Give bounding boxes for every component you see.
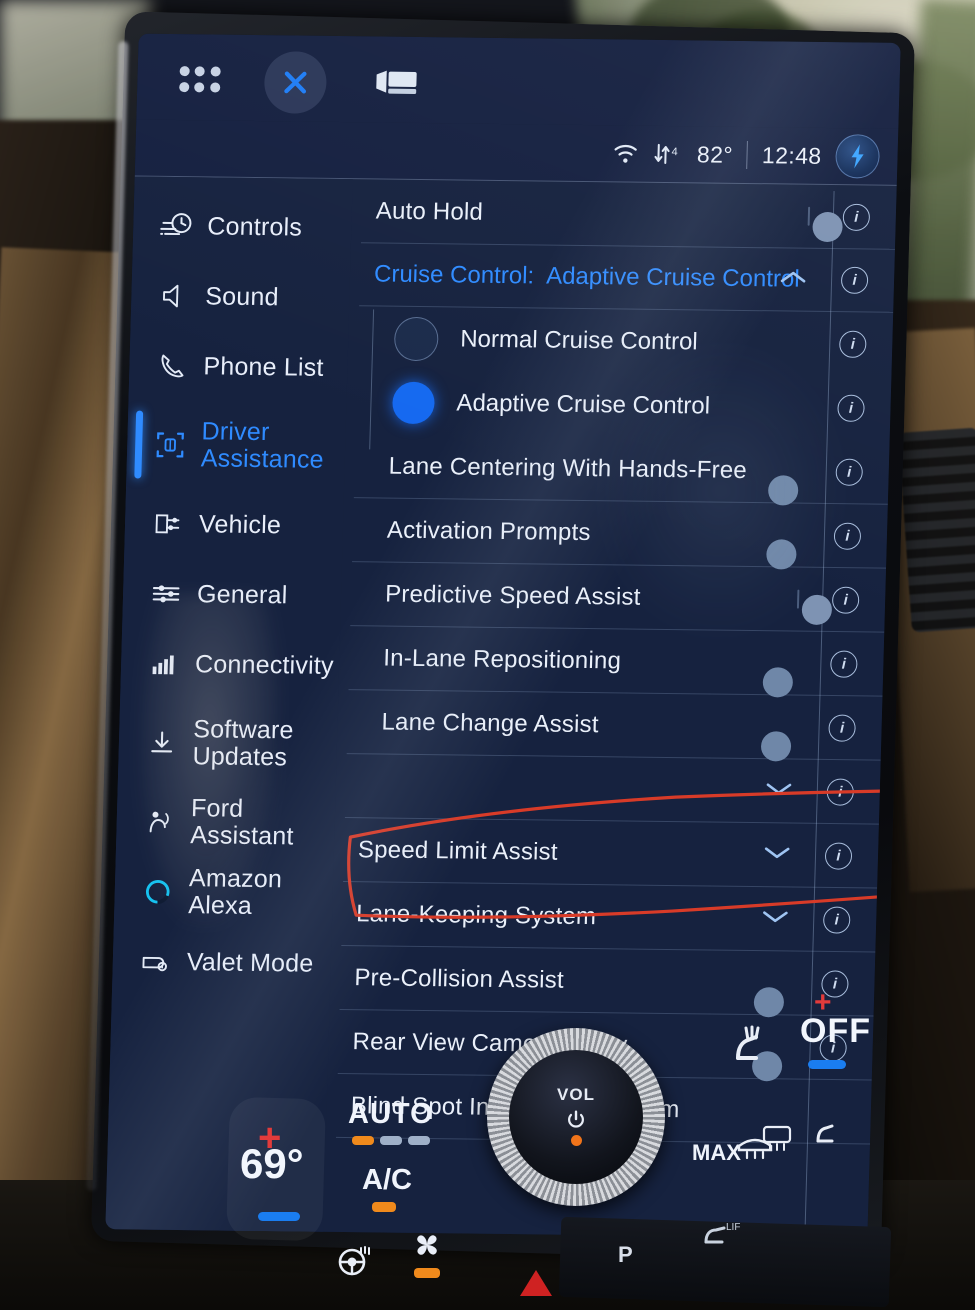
- sidebar-item-vehicle[interactable]: Vehicle: [124, 488, 344, 561]
- alexa-icon: [140, 875, 175, 909]
- info-icon[interactable]: i: [824, 841, 853, 870]
- cruise-control-value: Adaptive Cruise Control: [545, 262, 801, 293]
- auto-hold-toggle[interactable]: [807, 206, 844, 242]
- setting-label: Auto Hold: [375, 196, 484, 226]
- sidebar-item-label: General: [196, 579, 288, 609]
- radio-row-adaptive-cruise[interactable]: Adaptive Cruise Control i: [356, 370, 892, 440]
- camera-icon[interactable]: [374, 68, 419, 97]
- sidebar-item-label: Sound: [205, 281, 280, 311]
- sidebar-item-amazon-alexa[interactable]: Amazon Alexa: [114, 856, 334, 929]
- app-bar: [136, 33, 901, 129]
- setting-row-in-lane-repositioning[interactable]: In-Lane Repositioning i: [348, 626, 885, 698]
- radio-label: Normal Cruise Control: [459, 325, 699, 356]
- sliders-icon: [149, 577, 184, 611]
- setting-label: Activation Prompts: [386, 516, 592, 546]
- sidebar-item-software-updates[interactable]: Software Updates: [118, 698, 338, 789]
- vehicle-icon: [151, 507, 186, 541]
- info-icon[interactable]: i: [831, 586, 860, 614]
- chevron-down-icon[interactable]: [760, 907, 791, 930]
- sidebar-item-label: Software Updates: [192, 715, 294, 772]
- sidebar-item-label: Driver Assistance: [200, 417, 325, 474]
- info-icon[interactable]: i: [822, 905, 851, 934]
- chevron-up-icon[interactable]: [778, 268, 809, 291]
- sidebar-item-label: Connectivity: [194, 649, 335, 680]
- signal-bars-icon: [147, 647, 182, 681]
- clock: 12:48: [761, 141, 822, 169]
- setting-row-predictive-speed-assist[interactable]: Predictive Speed Assist i: [350, 562, 887, 633]
- setting-row-lane-change-assist[interactable]: Lane Change Assist i: [346, 690, 883, 762]
- setting-label: Pre-Collision Assist: [354, 963, 565, 994]
- sidebar-item-label: Phone List: [203, 351, 324, 382]
- setting-label: Predictive Speed Assist: [384, 580, 641, 611]
- cruise-control-prefix: Cruise Control:: [373, 260, 535, 290]
- chevron-down-icon[interactable]: [763, 779, 794, 802]
- status-divider: [746, 141, 749, 170]
- valet-icon: [138, 945, 173, 979]
- setting-label: Lane Centering With Hands-Free: [388, 452, 748, 484]
- sidebar-item-general[interactable]: General: [122, 558, 342, 631]
- air-vent: [898, 427, 975, 633]
- wifi-icon: [615, 144, 638, 163]
- info-icon[interactable]: i: [837, 394, 865, 422]
- sidebar-item-ford-assistant[interactable]: Ford Assistant: [116, 786, 336, 859]
- cruise-group-collapse-row[interactable]: i: [344, 754, 881, 825]
- svg-text:4: 4: [672, 146, 678, 158]
- setting-row-auto-hold[interactable]: Auto Hold i: [360, 179, 897, 250]
- sidebar-item-valet-mode[interactable]: Valet Mode: [112, 926, 332, 999]
- sidebar-item-connectivity[interactable]: Connectivity: [120, 628, 340, 701]
- setting-row-speed-limit-assist[interactable]: Speed Limit Assist i: [343, 818, 879, 889]
- close-x-icon: [284, 71, 307, 94]
- download-icon: [144, 726, 179, 760]
- setting-row-activation-prompts[interactable]: Activation Prompts i: [352, 498, 888, 570]
- speaker-icon: [157, 279, 192, 313]
- profile-button[interactable]: [834, 134, 881, 179]
- sidebar-item-label: Controls: [206, 211, 303, 242]
- sidebar-item-sound[interactable]: Sound: [130, 260, 350, 333]
- setting-label: In-Lane Repositioning: [383, 644, 622, 674]
- phone-icon: [155, 349, 190, 383]
- sidebar-item-phone-list[interactable]: Phone List: [128, 330, 348, 403]
- setting-label: Lane Change Assist: [381, 708, 600, 738]
- sidebar-item-label: Amazon Alexa: [187, 864, 283, 920]
- controls-icon: [159, 209, 194, 243]
- info-icon[interactable]: i: [838, 330, 867, 358]
- info-icon[interactable]: i: [840, 266, 869, 294]
- data-transfer-icon: 4: [654, 143, 678, 165]
- radio-label: Adaptive Cruise Control: [456, 389, 711, 420]
- chevron-down-icon[interactable]: [762, 843, 793, 866]
- lightning-bolt-icon: [851, 144, 864, 169]
- setting-row-lane-keeping-system[interactable]: Lane-Keeping System i: [341, 882, 878, 953]
- apps-grid-icon[interactable]: [179, 66, 222, 95]
- setting-label: Speed Limit Assist: [357, 835, 559, 866]
- driver-assistance-icon: [153, 428, 188, 462]
- setting-label: Lane-Keeping System: [355, 899, 597, 930]
- predictive-speed-assist-toggle[interactable]: [796, 589, 833, 625]
- info-icon[interactable]: i: [828, 713, 856, 742]
- outside-temperature: 82°: [696, 140, 734, 168]
- setting-row-lane-centering[interactable]: Lane Centering With Hands-Free i: [353, 434, 890, 506]
- close-button[interactable]: [263, 51, 328, 114]
- info-icon[interactable]: i: [830, 650, 858, 678]
- status-bar: 4 82° 12:48: [134, 119, 899, 186]
- info-icon[interactable]: i: [842, 203, 871, 231]
- info-icon[interactable]: i: [833, 522, 862, 550]
- sidebar-item-driver-assistance[interactable]: Driver Assistance: [126, 400, 346, 491]
- info-icon[interactable]: i: [835, 458, 864, 486]
- sidebar-item-label: Ford Assistant: [189, 794, 294, 851]
- sidebar-item-controls[interactable]: Controls: [132, 191, 352, 264]
- info-icon[interactable]: i: [826, 777, 855, 806]
- climate-control-bar: [108, 1000, 908, 1300]
- cruise-control-group-header[interactable]: Cruise Control: Adaptive Cruise Control …: [359, 243, 895, 313]
- assistant-icon: [142, 805, 177, 839]
- radio-button[interactable]: [391, 381, 436, 425]
- radio-row-normal-cruise[interactable]: Normal Cruise Control i: [357, 306, 893, 376]
- radio-button[interactable]: [393, 316, 439, 362]
- sidebar-item-label: Valet Mode: [186, 947, 314, 978]
- sidebar-item-label: Vehicle: [198, 509, 282, 539]
